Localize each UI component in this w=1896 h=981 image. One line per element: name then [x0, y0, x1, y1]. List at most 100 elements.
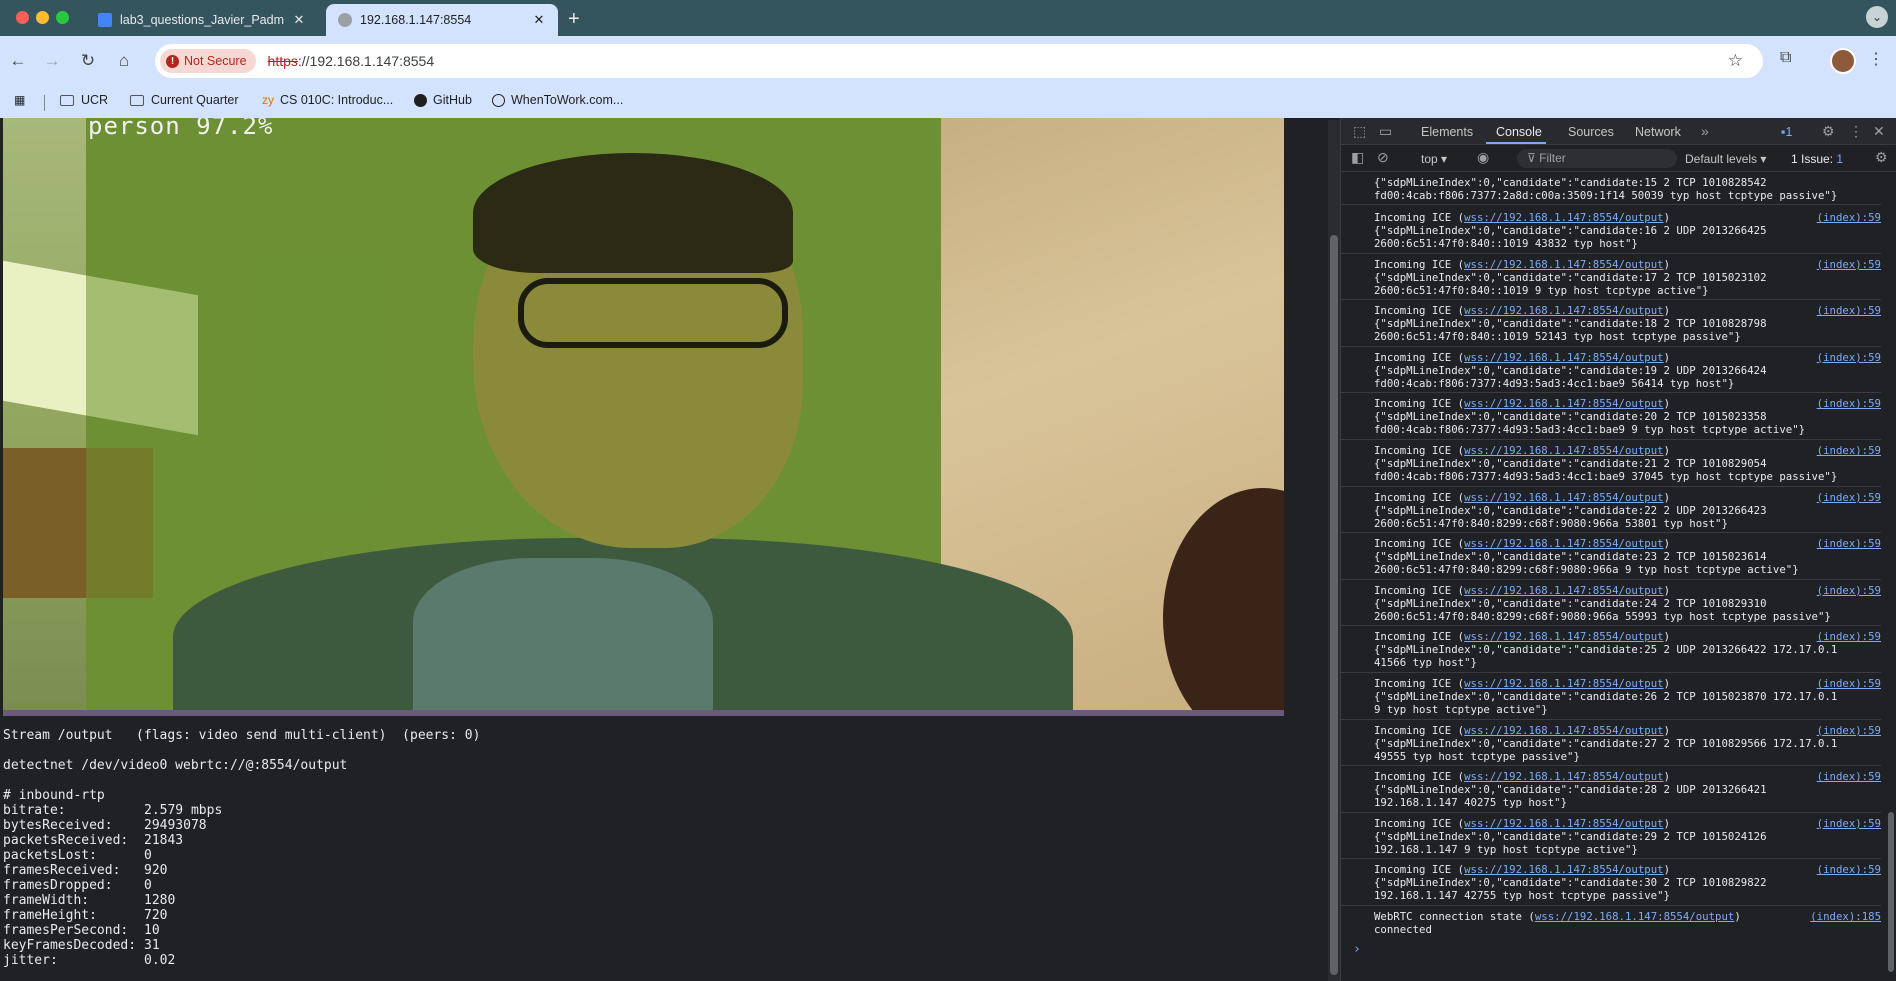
source-link[interactable]: (index):59: [1817, 211, 1881, 224]
more-options-icon[interactable]: ⋮: [1849, 123, 1863, 140]
bookmark-label: GitHub: [433, 93, 472, 107]
source-link[interactable]: (index):59: [1817, 537, 1881, 550]
paren: ): [1663, 490, 1670, 504]
console-message: Incoming ICE (wss://192.168.1.147:8554/o…: [1341, 254, 1881, 301]
console-scrollbar[interactable]: [1885, 172, 1896, 981]
home-button[interactable]: ⌂: [112, 49, 136, 73]
tab-network[interactable]: Network: [1635, 125, 1681, 139]
eye-icon[interactable]: ◉: [1477, 149, 1489, 166]
ice-source-link[interactable]: wss://192.168.1.147:8554/output: [1464, 677, 1663, 690]
close-tab-icon[interactable]: ✕: [290, 12, 308, 28]
profile-avatar[interactable]: [1830, 48, 1856, 74]
back-button[interactable]: ←: [6, 49, 30, 73]
address-bar[interactable]: ! Not Secure https ://192.168.1.147:8554…: [155, 44, 1763, 78]
maximize-window-button[interactable]: [56, 11, 69, 24]
bookmark-cs010c[interactable]: zy CS 010C: Introduc...: [262, 93, 393, 107]
source-link[interactable]: (index):59: [1817, 770, 1881, 783]
source-link[interactable]: (index):59: [1817, 351, 1881, 364]
device-toolbar-icon[interactable]: ▭: [1379, 123, 1392, 140]
scrollbar-thumb[interactable]: [1888, 812, 1894, 972]
message-line: WebRTC connection state (wss://192.168.1…: [1374, 910, 1881, 923]
bookmark-ucr[interactable]: UCR: [60, 93, 108, 107]
message-line: {"sdpMLineIndex":0,"candidate":"candidat…: [1374, 270, 1767, 284]
tab-active-page[interactable]: 192.168.1.147:8554 ✕: [326, 4, 558, 36]
source-link[interactable]: (index):59: [1817, 304, 1881, 317]
ice-prefix: Incoming ICE (: [1374, 350, 1465, 364]
ice-source-link[interactable]: wss://192.168.1.147:8554/output: [1464, 863, 1663, 876]
source-link[interactable]: (index):185: [1810, 910, 1881, 923]
source-link[interactable]: (index):59: [1817, 491, 1881, 504]
bookmark-whentowork[interactable]: WhenToWork.com...: [492, 93, 623, 107]
ice-source-link[interactable]: wss://192.168.1.147:8554/output: [1464, 724, 1663, 737]
console-settings-icon[interactable]: ⚙: [1875, 149, 1888, 166]
new-tab-button[interactable]: +: [568, 8, 580, 31]
tab-sources[interactable]: Sources: [1568, 125, 1614, 139]
apps-icon[interactable]: ▦: [14, 93, 31, 107]
ice-source-link[interactable]: wss://192.168.1.147:8554/output: [1464, 258, 1663, 271]
tab-docs[interactable]: lab3_questions_Javier_Padm ✕: [86, 4, 318, 36]
message-line: {"sdpMLineIndex":0,"candidate":"candidat…: [1374, 690, 1838, 703]
more-tabs-icon[interactable]: »: [1701, 123, 1709, 139]
reload-button[interactable]: ↻: [76, 49, 100, 73]
tab-console[interactable]: Console: [1496, 125, 1542, 139]
source-link[interactable]: (index):59: [1817, 584, 1881, 597]
ice-source-link[interactable]: wss://192.168.1.147:8554/output: [1464, 491, 1663, 504]
context-selector[interactable]: top ▾: [1421, 152, 1447, 166]
source-link[interactable]: (index):59: [1817, 630, 1881, 643]
bookmark-github[interactable]: GitHub: [414, 93, 472, 107]
source-link[interactable]: (index):59: [1817, 817, 1881, 830]
gear-icon[interactable]: ⚙: [1822, 123, 1835, 140]
message-line: Incoming ICE (wss://192.168.1.147:8554/o…: [1374, 584, 1881, 597]
ice-source-link[interactable]: wss://192.168.1.147:8554/output: [1464, 770, 1663, 783]
stat-row: jitter: 0.02: [3, 953, 176, 968]
webrtc-link[interactable]: wss://192.168.1.147:8554/output: [1535, 910, 1734, 923]
source-link[interactable]: (index):59: [1817, 397, 1881, 410]
ice-source-link[interactable]: wss://192.168.1.147:8554/output: [1464, 537, 1663, 550]
tab-elements[interactable]: Elements: [1421, 125, 1473, 139]
url-scheme: https: [267, 53, 298, 69]
menu-icon[interactable]: ⋮: [1868, 49, 1884, 69]
ice-source-link[interactable]: wss://192.168.1.147:8554/output: [1464, 304, 1663, 317]
bookmark-current-quarter[interactable]: Current Quarter: [130, 93, 239, 107]
forward-button[interactable]: →: [40, 49, 64, 73]
filter-input[interactable]: ⊽ Filter: [1517, 149, 1677, 168]
ice-source-link[interactable]: wss://192.168.1.147:8554/output: [1464, 211, 1663, 224]
scrollbar-thumb[interactable]: [1330, 235, 1338, 975]
message-line: {"sdpMLineIndex":0,"candidate":"candidat…: [1374, 643, 1838, 657]
ice-source-link[interactable]: wss://192.168.1.147:8554/output: [1464, 817, 1663, 830]
ice-source-link[interactable]: wss://192.168.1.147:8554/output: [1464, 584, 1663, 597]
log-levels-dropdown[interactable]: Default levels ▾: [1685, 152, 1766, 166]
security-chip[interactable]: ! Not Secure: [160, 49, 256, 73]
source-link[interactable]: (index):59: [1817, 444, 1881, 457]
message-line: 2600:6c51:47f0:840::1019 43832 typ host"…: [1374, 237, 1638, 250]
ice-source-link[interactable]: wss://192.168.1.147:8554/output: [1464, 397, 1663, 410]
message-line: 41566 typ host"}: [1374, 656, 1477, 670]
ice-source-link[interactable]: wss://192.168.1.147:8554/output: [1464, 444, 1663, 457]
extensions-icon[interactable]: ⧉: [1780, 49, 1791, 67]
message-line: fd00:4cab:f806:7377:4d93:5ad3:4cc1:bae9 …: [1374, 423, 1806, 437]
close-window-button[interactable]: [16, 11, 29, 24]
close-devtools-icon[interactable]: ✕: [1873, 123, 1885, 140]
tab-search-button[interactable]: ⌄: [1866, 6, 1888, 28]
ice-source-link[interactable]: wss://192.168.1.147:8554/output: [1464, 630, 1663, 643]
globe-icon: [338, 13, 352, 27]
bookmark-star-icon[interactable]: ☆: [1728, 51, 1743, 71]
close-tab-icon[interactable]: ✕: [530, 12, 548, 28]
sidebar-toggle-icon[interactable]: ◧: [1351, 149, 1364, 166]
issues-counter[interactable]: 1 Issue: 1: [1791, 152, 1843, 166]
source-link[interactable]: (index):59: [1817, 724, 1881, 737]
issues-badge[interactable]: ▪1: [1781, 125, 1792, 139]
source-link[interactable]: (index):59: [1817, 258, 1881, 271]
clear-console-icon[interactable]: ⊘: [1377, 149, 1389, 166]
page-scrollbar[interactable]: [1328, 120, 1340, 981]
message-line: Incoming ICE (wss://192.168.1.147:8554/o…: [1374, 491, 1881, 504]
github-icon: [414, 93, 427, 107]
source-link[interactable]: (index):59: [1817, 677, 1881, 690]
ice-source-link[interactable]: wss://192.168.1.147:8554/output: [1464, 351, 1663, 364]
console-prompt-icon[interactable]: ›: [1353, 942, 1361, 957]
source-link[interactable]: (index):59: [1817, 863, 1881, 876]
inspect-icon[interactable]: ⬚: [1353, 123, 1366, 140]
paren: ): [1663, 816, 1670, 830]
message-line: Incoming ICE (wss://192.168.1.147:8554/o…: [1374, 444, 1881, 457]
minimize-window-button[interactable]: [36, 11, 49, 24]
